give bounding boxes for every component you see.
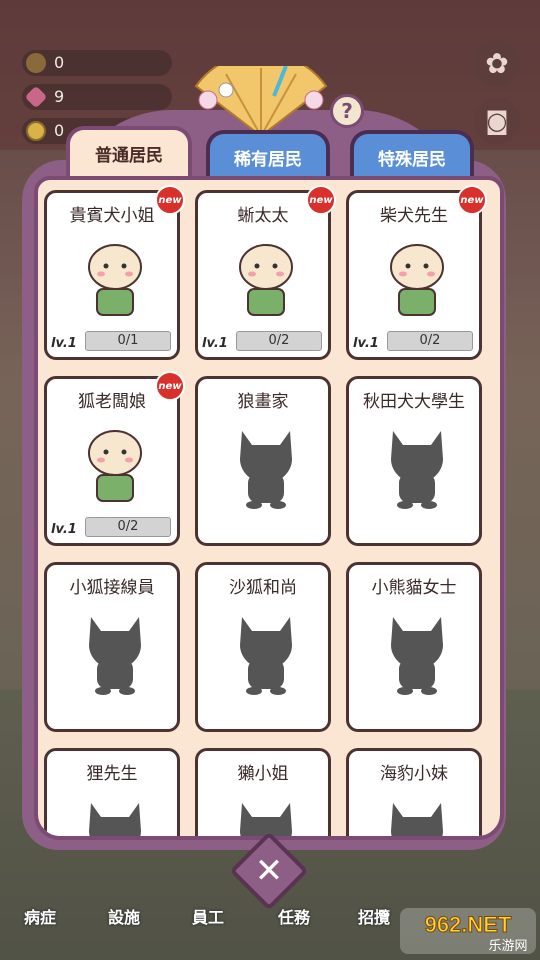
watermark-sub: 乐游网 [488, 939, 527, 954]
resident-card[interactable]: 小熊貓女士 [346, 562, 482, 732]
locked-silhouette-icon [89, 803, 141, 836]
level-label: lv.1 [202, 336, 228, 351]
resident-name: 秋田犬大學生 [363, 392, 465, 412]
resident-portrait-icon [88, 244, 142, 316]
resident-name: 小狐接線員 [69, 578, 155, 598]
resident-card[interactable]: 小狐接線員 [44, 562, 180, 732]
progress-bar: 0/2 [85, 517, 171, 537]
resident-portrait-icon [390, 244, 444, 316]
locked-silhouette-icon [391, 617, 443, 695]
locked-silhouette-icon [240, 803, 292, 836]
locked-silhouette-icon [240, 617, 292, 695]
nav-staff[interactable]: 員工 [192, 904, 224, 928]
progress-bar: 0/1 [85, 331, 171, 351]
flower-icon [24, 85, 48, 109]
new-badge: new [155, 185, 185, 215]
locked-silhouette-icon [89, 617, 141, 695]
level-label: lv.1 [51, 522, 77, 537]
resident-card[interactable]: 狼畫家 [195, 376, 331, 546]
flower-count: 9 [54, 87, 65, 106]
resident-card[interactable]: 沙狐和尚 [195, 562, 331, 732]
nav-facilities[interactable]: 設施 [108, 904, 140, 928]
tab-special-residents[interactable]: 特殊居民 [350, 130, 474, 180]
resident-card[interactable]: 狐老闆娘 lv.1 0/2 new [44, 371, 185, 546]
folding-fan-icon [194, 66, 328, 138]
locked-silhouette-icon [391, 803, 443, 836]
flower-counter: 9 [22, 84, 172, 110]
tab-rare-residents[interactable]: 稀有居民 [206, 130, 330, 180]
locked-silhouette-icon [391, 431, 443, 509]
new-badge: new [155, 371, 185, 401]
resident-card[interactable]: 海豹小妹 [346, 748, 482, 836]
close-icon[interactable]: ✕ [241, 843, 297, 899]
nav-symptoms[interactable]: 病症 [24, 904, 56, 928]
watermark: 962.NET 乐游网 [400, 908, 536, 954]
acorn-icon [26, 53, 46, 73]
resident-portrait-icon [239, 244, 293, 316]
new-badge: new [457, 185, 487, 215]
help-button[interactable]: ? [330, 94, 364, 128]
nav-tasks[interactable]: 任務 [278, 904, 310, 928]
resident-card[interactable]: 柴犬先生 lv.1 0/2 new [346, 185, 487, 360]
resident-name: 獺小姐 [237, 764, 289, 784]
resident-card[interactable]: 獺小姐 [195, 748, 331, 836]
progress-bar: 0/2 [387, 331, 473, 351]
resident-card[interactable]: 蜥太太 lv.1 0/2 new [195, 185, 336, 360]
resident-name: 狼畫家 [237, 392, 289, 412]
resident-name: 狸先生 [86, 764, 138, 784]
level-label: lv.1 [51, 336, 77, 351]
coin-count: 0 [54, 121, 65, 140]
tab-common-residents[interactable]: 普通居民 [66, 126, 192, 176]
acorn-count: 0 [54, 53, 65, 72]
level-label: lv.1 [353, 336, 379, 351]
nav-recruit[interactable]: 招攬 [358, 904, 390, 928]
new-badge: new [306, 185, 336, 215]
settings-gear-icon[interactable]: ✿ [474, 40, 520, 86]
progress-bar: 0/2 [236, 331, 322, 351]
resident-portrait-icon [88, 430, 142, 502]
camera-icon[interactable]: ◙ [474, 98, 520, 144]
resident-list[interactable]: 貴賓犬小姐 lv.1 0/1 new 蜥太太 lv.1 0/2 new 柴犬先生 lv.1 0/2 n… [34, 176, 504, 840]
resident-card[interactable]: 秋田犬大學生 [346, 376, 482, 546]
resident-name: 海豹小妹 [380, 764, 448, 784]
coin-icon [26, 121, 46, 141]
resident-name: 沙狐和尚 [229, 578, 297, 598]
acorn-counter: 0 [22, 50, 172, 76]
resident-name: 小熊貓女士 [371, 578, 457, 598]
resident-card[interactable]: 狸先生 [44, 748, 180, 836]
watermark-brand: 962.NET [425, 912, 512, 937]
resident-card[interactable]: 貴賓犬小姐 lv.1 0/1 new [44, 185, 185, 360]
locked-silhouette-icon [240, 431, 292, 509]
